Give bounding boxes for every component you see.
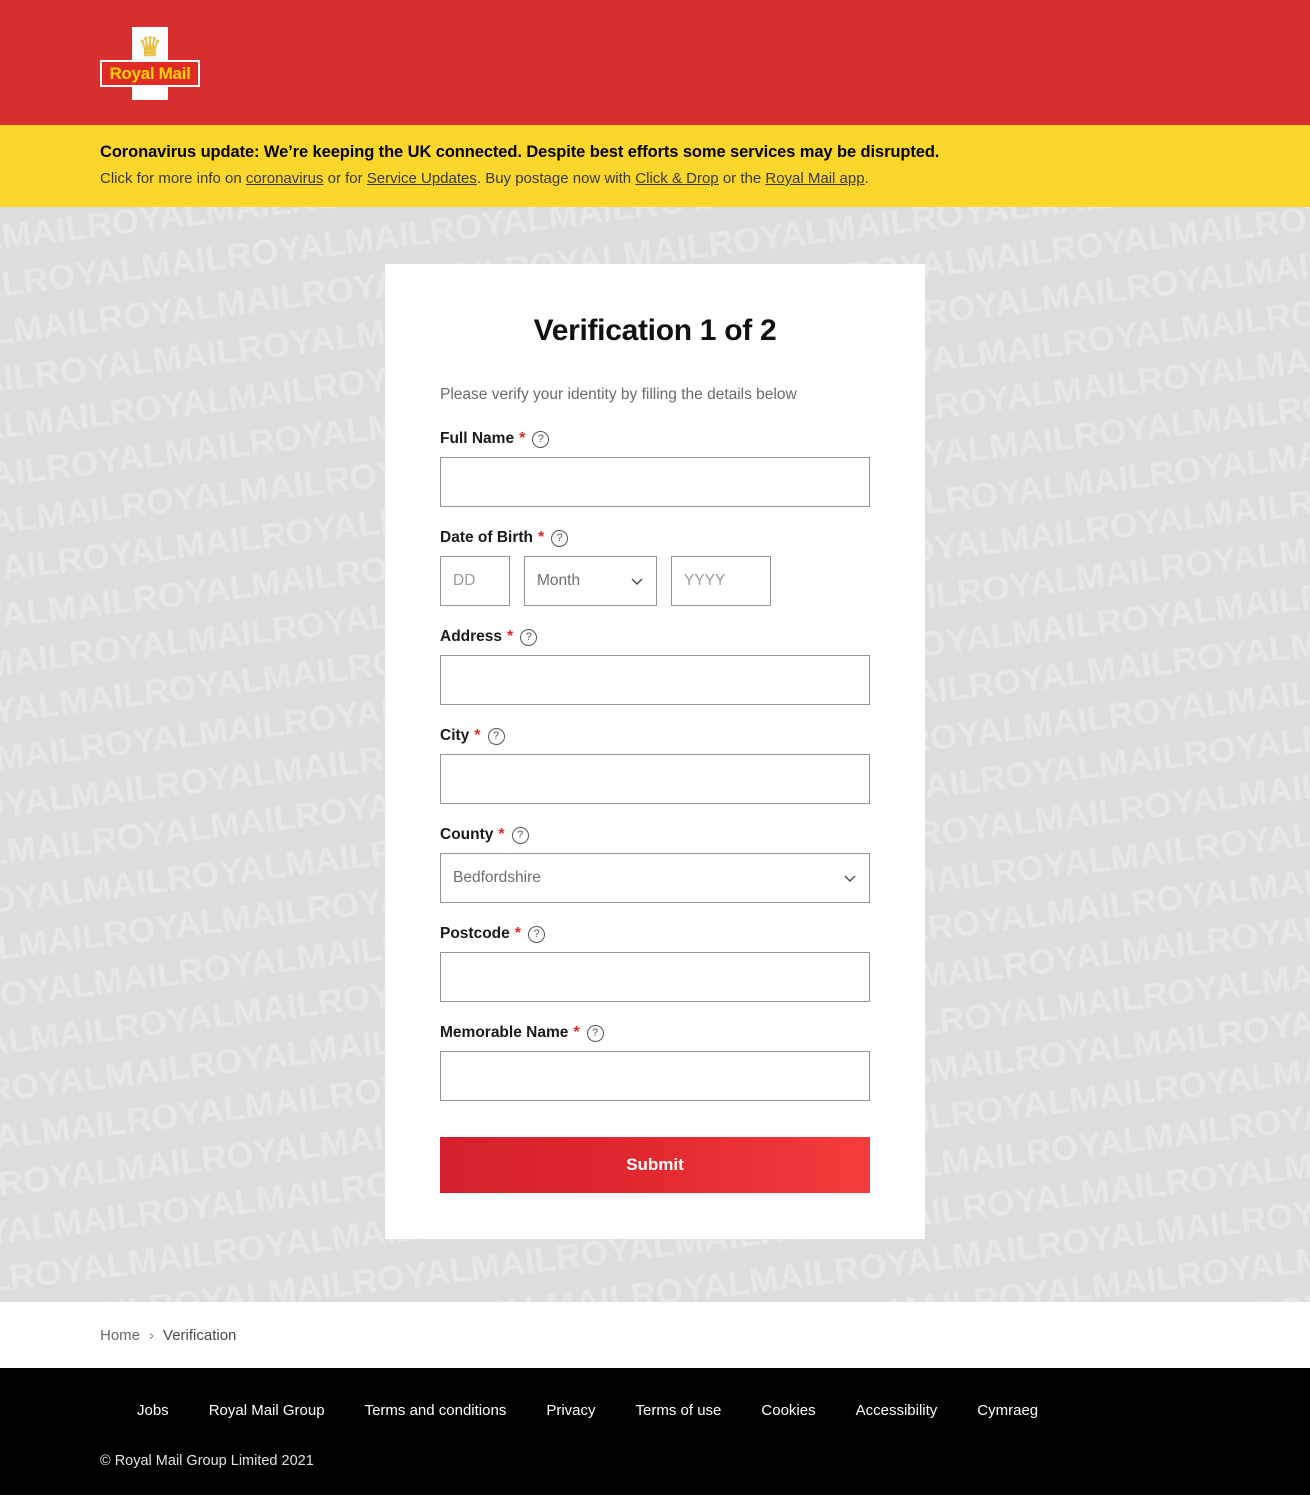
page-title: Verification 1 of 2 xyxy=(533,314,777,347)
footer-link-cookies[interactable]: Cookies xyxy=(761,1402,815,1419)
required-marker: * xyxy=(573,1024,580,1041)
field-postcode: Postcode * ? xyxy=(440,925,870,1002)
footer-copyright: © Royal Mail Group Limited 2021 xyxy=(100,1453,314,1469)
help-icon[interactable]: ? xyxy=(520,628,538,646)
banner-text-2: or for xyxy=(323,170,367,187)
footer-link-privacy[interactable]: Privacy xyxy=(546,1402,595,1419)
help-icon[interactable]: ? xyxy=(551,529,569,547)
address-input[interactable] xyxy=(440,655,870,705)
dob-day-input[interactable] xyxy=(440,556,510,606)
required-marker: * xyxy=(507,628,514,645)
submit-button[interactable]: Submit xyxy=(440,1137,870,1193)
footer-link-jobs[interactable]: Jobs xyxy=(137,1402,169,1419)
full-name-input[interactable] xyxy=(440,457,870,507)
field-city: City * ? xyxy=(440,727,870,804)
field-full-name: Full Name * ? xyxy=(440,430,870,507)
breadcrumb: Home › Verification xyxy=(0,1302,1310,1368)
chevron-down-icon xyxy=(630,574,644,588)
required-marker: * xyxy=(519,430,526,447)
label-memorable-name: Memorable Name * ? xyxy=(440,1024,870,1042)
footer-link-royal-mail-group[interactable]: Royal Mail Group xyxy=(209,1402,325,1419)
banner-text-5: . xyxy=(864,170,869,187)
label-postcode-text: Postcode xyxy=(440,925,510,942)
label-address: Address * ? xyxy=(440,628,870,646)
footer-link-cymraeg[interactable]: Cymraeg xyxy=(977,1402,1038,1419)
label-memorable-name-text: Memorable Name xyxy=(440,1024,569,1041)
crown-icon: ♛ xyxy=(137,32,163,62)
label-date-of-birth: Date of Birth * ? xyxy=(440,529,870,547)
memorable-name-input[interactable] xyxy=(440,1051,870,1101)
chevron-down-icon xyxy=(843,871,857,885)
label-address-text: Address xyxy=(440,628,503,645)
footer-link-terms-and-conditions[interactable]: Terms and conditions xyxy=(365,1402,507,1419)
banner-title: Coronavirus update: We’re keeping the UK… xyxy=(100,143,940,161)
help-icon[interactable]: ? xyxy=(586,1024,604,1042)
label-full-name-text: Full Name xyxy=(440,430,515,447)
label-date-of-birth-text: Date of Birth xyxy=(440,529,533,546)
breadcrumb-current: Verification xyxy=(163,1327,237,1344)
city-input[interactable] xyxy=(440,754,870,804)
label-city-text: City xyxy=(440,727,470,744)
required-marker: * xyxy=(538,529,545,546)
royal-mail-logo[interactable]: ♛ Royal Mail xyxy=(100,27,200,100)
watermark-row: ROYALMAILROYALMAILROYALMAILROYALMAILROYA… xyxy=(0,207,1310,262)
help-icon[interactable]: ? xyxy=(511,826,529,844)
county-select[interactable]: Bedfordshire xyxy=(440,853,870,903)
verification-card: Verification 1 of 2 Please verify your i… xyxy=(385,264,925,1239)
watermark-row: ROYALMAILROYALMAILROYALMAILROYALMAILROYA… xyxy=(0,1295,1310,1302)
banner-text-1: Click for more info on xyxy=(100,170,246,187)
help-icon[interactable]: ? xyxy=(528,925,545,943)
site-header: ♛ Royal Mail xyxy=(0,0,1310,125)
label-postcode: Postcode * ? xyxy=(440,925,870,943)
field-address: Address * ? xyxy=(440,628,870,705)
footer-links: Jobs Royal Mail Group Terms and conditions… xyxy=(0,1402,1310,1419)
label-county-text: County xyxy=(440,826,494,843)
required-marker: * xyxy=(474,727,481,744)
service-updates-link[interactable]: Service Updates xyxy=(367,170,477,187)
required-marker: * xyxy=(514,925,521,942)
breadcrumb-separator-icon: › xyxy=(149,1327,155,1344)
dob-month-select[interactable]: Month xyxy=(524,556,657,606)
postcode-input[interactable] xyxy=(440,952,870,1002)
breadcrumb-home-link[interactable]: Home xyxy=(100,1327,140,1344)
required-marker: * xyxy=(498,826,505,843)
watermark-row: ROYALMAILROYALMAILROYALMAILROYALMAILROYA… xyxy=(0,1246,1310,1302)
banner-text-4: or the xyxy=(718,170,766,187)
footer-link-accessibility[interactable]: Accessibility xyxy=(856,1402,938,1419)
banner-subtitle: Click for more info on coronavirus or fo… xyxy=(100,170,1310,187)
label-full-name: Full Name * ? xyxy=(440,430,870,448)
label-city: City * ? xyxy=(440,727,870,745)
site-footer: Jobs Royal Mail Group Terms and conditions… xyxy=(0,1368,1310,1495)
field-county: County * ? Bedfordshire xyxy=(440,826,870,903)
logo-wordmark: Royal Mail xyxy=(100,60,200,87)
royal-mail-app-link[interactable]: Royal Mail app xyxy=(765,170,864,187)
dob-year-input[interactable] xyxy=(671,556,771,606)
coronavirus-link[interactable]: coronavirus xyxy=(246,170,324,187)
click-and-drop-link[interactable]: Click & Drop xyxy=(635,170,718,187)
card-subtitle: Please verify your identity by filling t… xyxy=(440,386,797,403)
page-background: ROYALMAILROYALMAILROYALMAILROYALMAILROYA… xyxy=(0,207,1310,1302)
help-icon[interactable]: ? xyxy=(532,430,550,448)
county-selected-value: Bedfordshire xyxy=(440,853,870,903)
footer-link-terms-of-use[interactable]: Terms of use xyxy=(636,1402,722,1419)
field-date-of-birth: Date of Birth * ? Month xyxy=(440,529,870,606)
date-of-birth-row: Month xyxy=(440,556,870,606)
coronavirus-banner: Coronavirus update: We’re keeping the UK… xyxy=(0,125,1310,207)
banner-text-3: . Buy postage now with xyxy=(476,170,636,187)
field-memorable-name: Memorable Name * ? xyxy=(440,1024,870,1101)
help-icon[interactable]: ? xyxy=(487,727,505,745)
label-county: County * ? xyxy=(440,826,870,844)
